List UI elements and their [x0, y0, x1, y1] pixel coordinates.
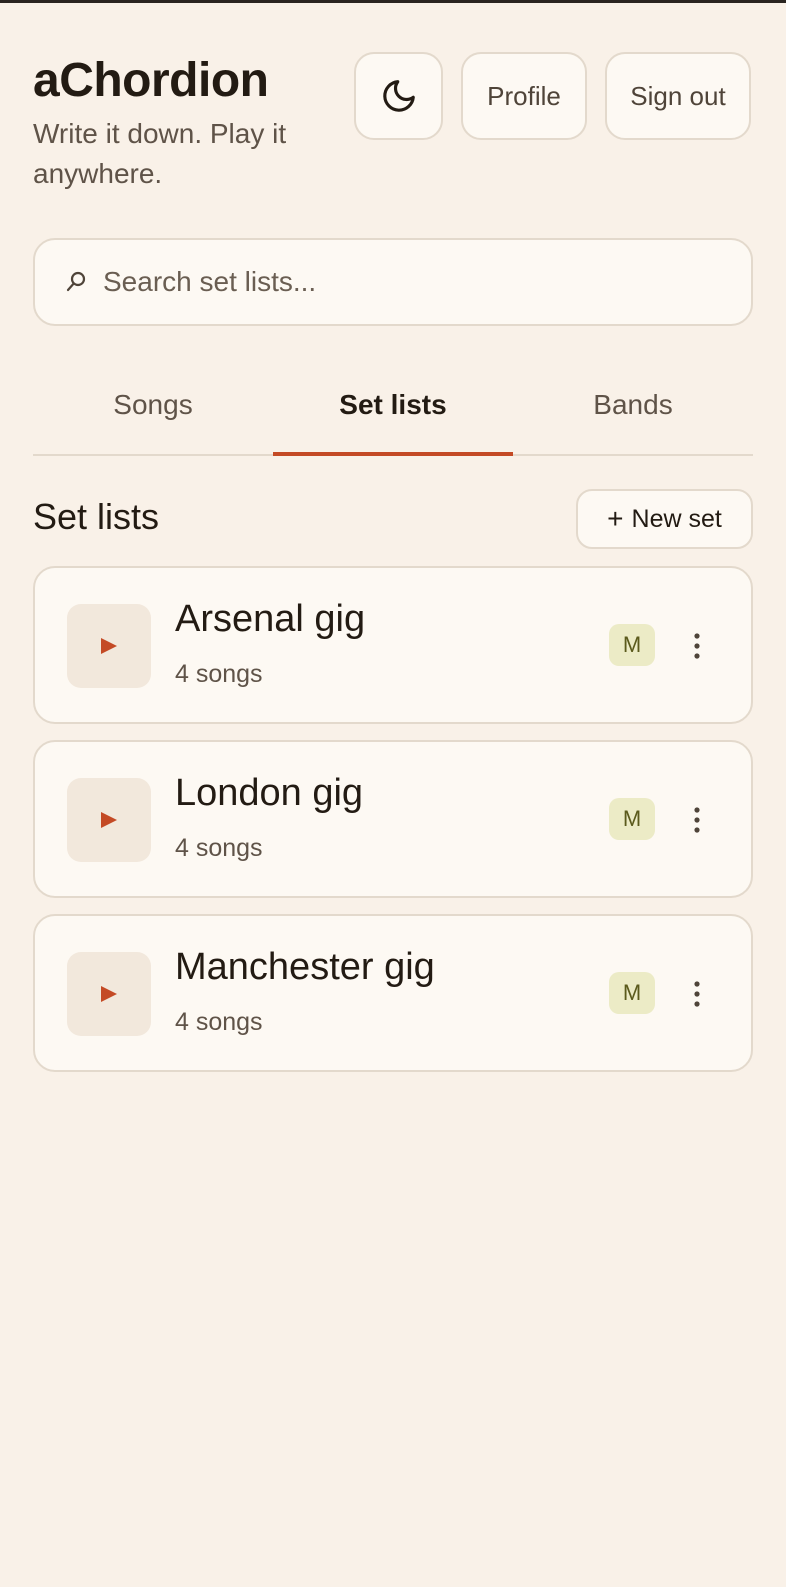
tab-bar: Songs Set lists Bands: [33, 370, 753, 456]
more-options-button[interactable]: [679, 798, 715, 842]
sign-out-button[interactable]: Sign out: [605, 52, 751, 140]
play-button[interactable]: [67, 778, 151, 862]
top-border: [0, 0, 786, 3]
app-tagline: Write it down. Play it anywhere.: [33, 118, 287, 189]
tab-songs[interactable]: Songs: [33, 370, 273, 454]
app-title: aChordion: [33, 54, 269, 107]
setlist-name: London gig: [175, 772, 364, 814]
setlist-song-count: 4 songs: [175, 1008, 263, 1036]
play-icon: [101, 638, 117, 654]
owner-badge: M: [609, 624, 655, 666]
setlist-song-count: 4 songs: [175, 834, 263, 862]
plus-icon: +: [607, 503, 624, 534]
section-title: Set lists: [33, 496, 160, 537]
play-button[interactable]: [67, 604, 151, 688]
setlist-list: Arsenal gig 4 songs M London gig 4 songs…: [33, 566, 753, 1088]
more-options-button[interactable]: [679, 624, 715, 668]
owner-badge: M: [609, 798, 655, 840]
play-icon: [101, 812, 117, 828]
new-set-button[interactable]: + New set: [576, 489, 753, 549]
more-options-button[interactable]: [679, 972, 715, 1016]
tab-bands[interactable]: Bands: [513, 370, 753, 454]
setlist-card[interactable]: Arsenal gig 4 songs M: [33, 566, 753, 724]
new-set-label: New set: [631, 504, 722, 533]
tab-set-lists[interactable]: Set lists: [273, 370, 513, 456]
theme-toggle-button[interactable]: [354, 52, 443, 140]
play-button[interactable]: [67, 952, 151, 1036]
kebab-menu-icon: [694, 981, 700, 1007]
moon-icon: [382, 80, 415, 112]
setlist-card[interactable]: London gig 4 songs M: [33, 740, 753, 898]
play-icon: [101, 986, 117, 1002]
kebab-menu-icon: [694, 807, 700, 833]
brand: aChordion Write it down. Play it anywher…: [33, 52, 333, 194]
owner-badge: M: [609, 972, 655, 1014]
setlist-card[interactable]: Manchester gig 4 songs M: [33, 914, 753, 1072]
setlist-name: Arsenal gig: [175, 598, 366, 640]
setlist-name: Manchester gig: [175, 946, 435, 988]
kebab-menu-icon: [694, 633, 700, 659]
setlist-song-count: 4 songs: [175, 660, 263, 688]
search-bar[interactable]: [33, 238, 753, 326]
profile-button[interactable]: Profile: [461, 52, 587, 140]
search-icon: [66, 271, 86, 292]
search-input[interactable]: [103, 266, 751, 298]
